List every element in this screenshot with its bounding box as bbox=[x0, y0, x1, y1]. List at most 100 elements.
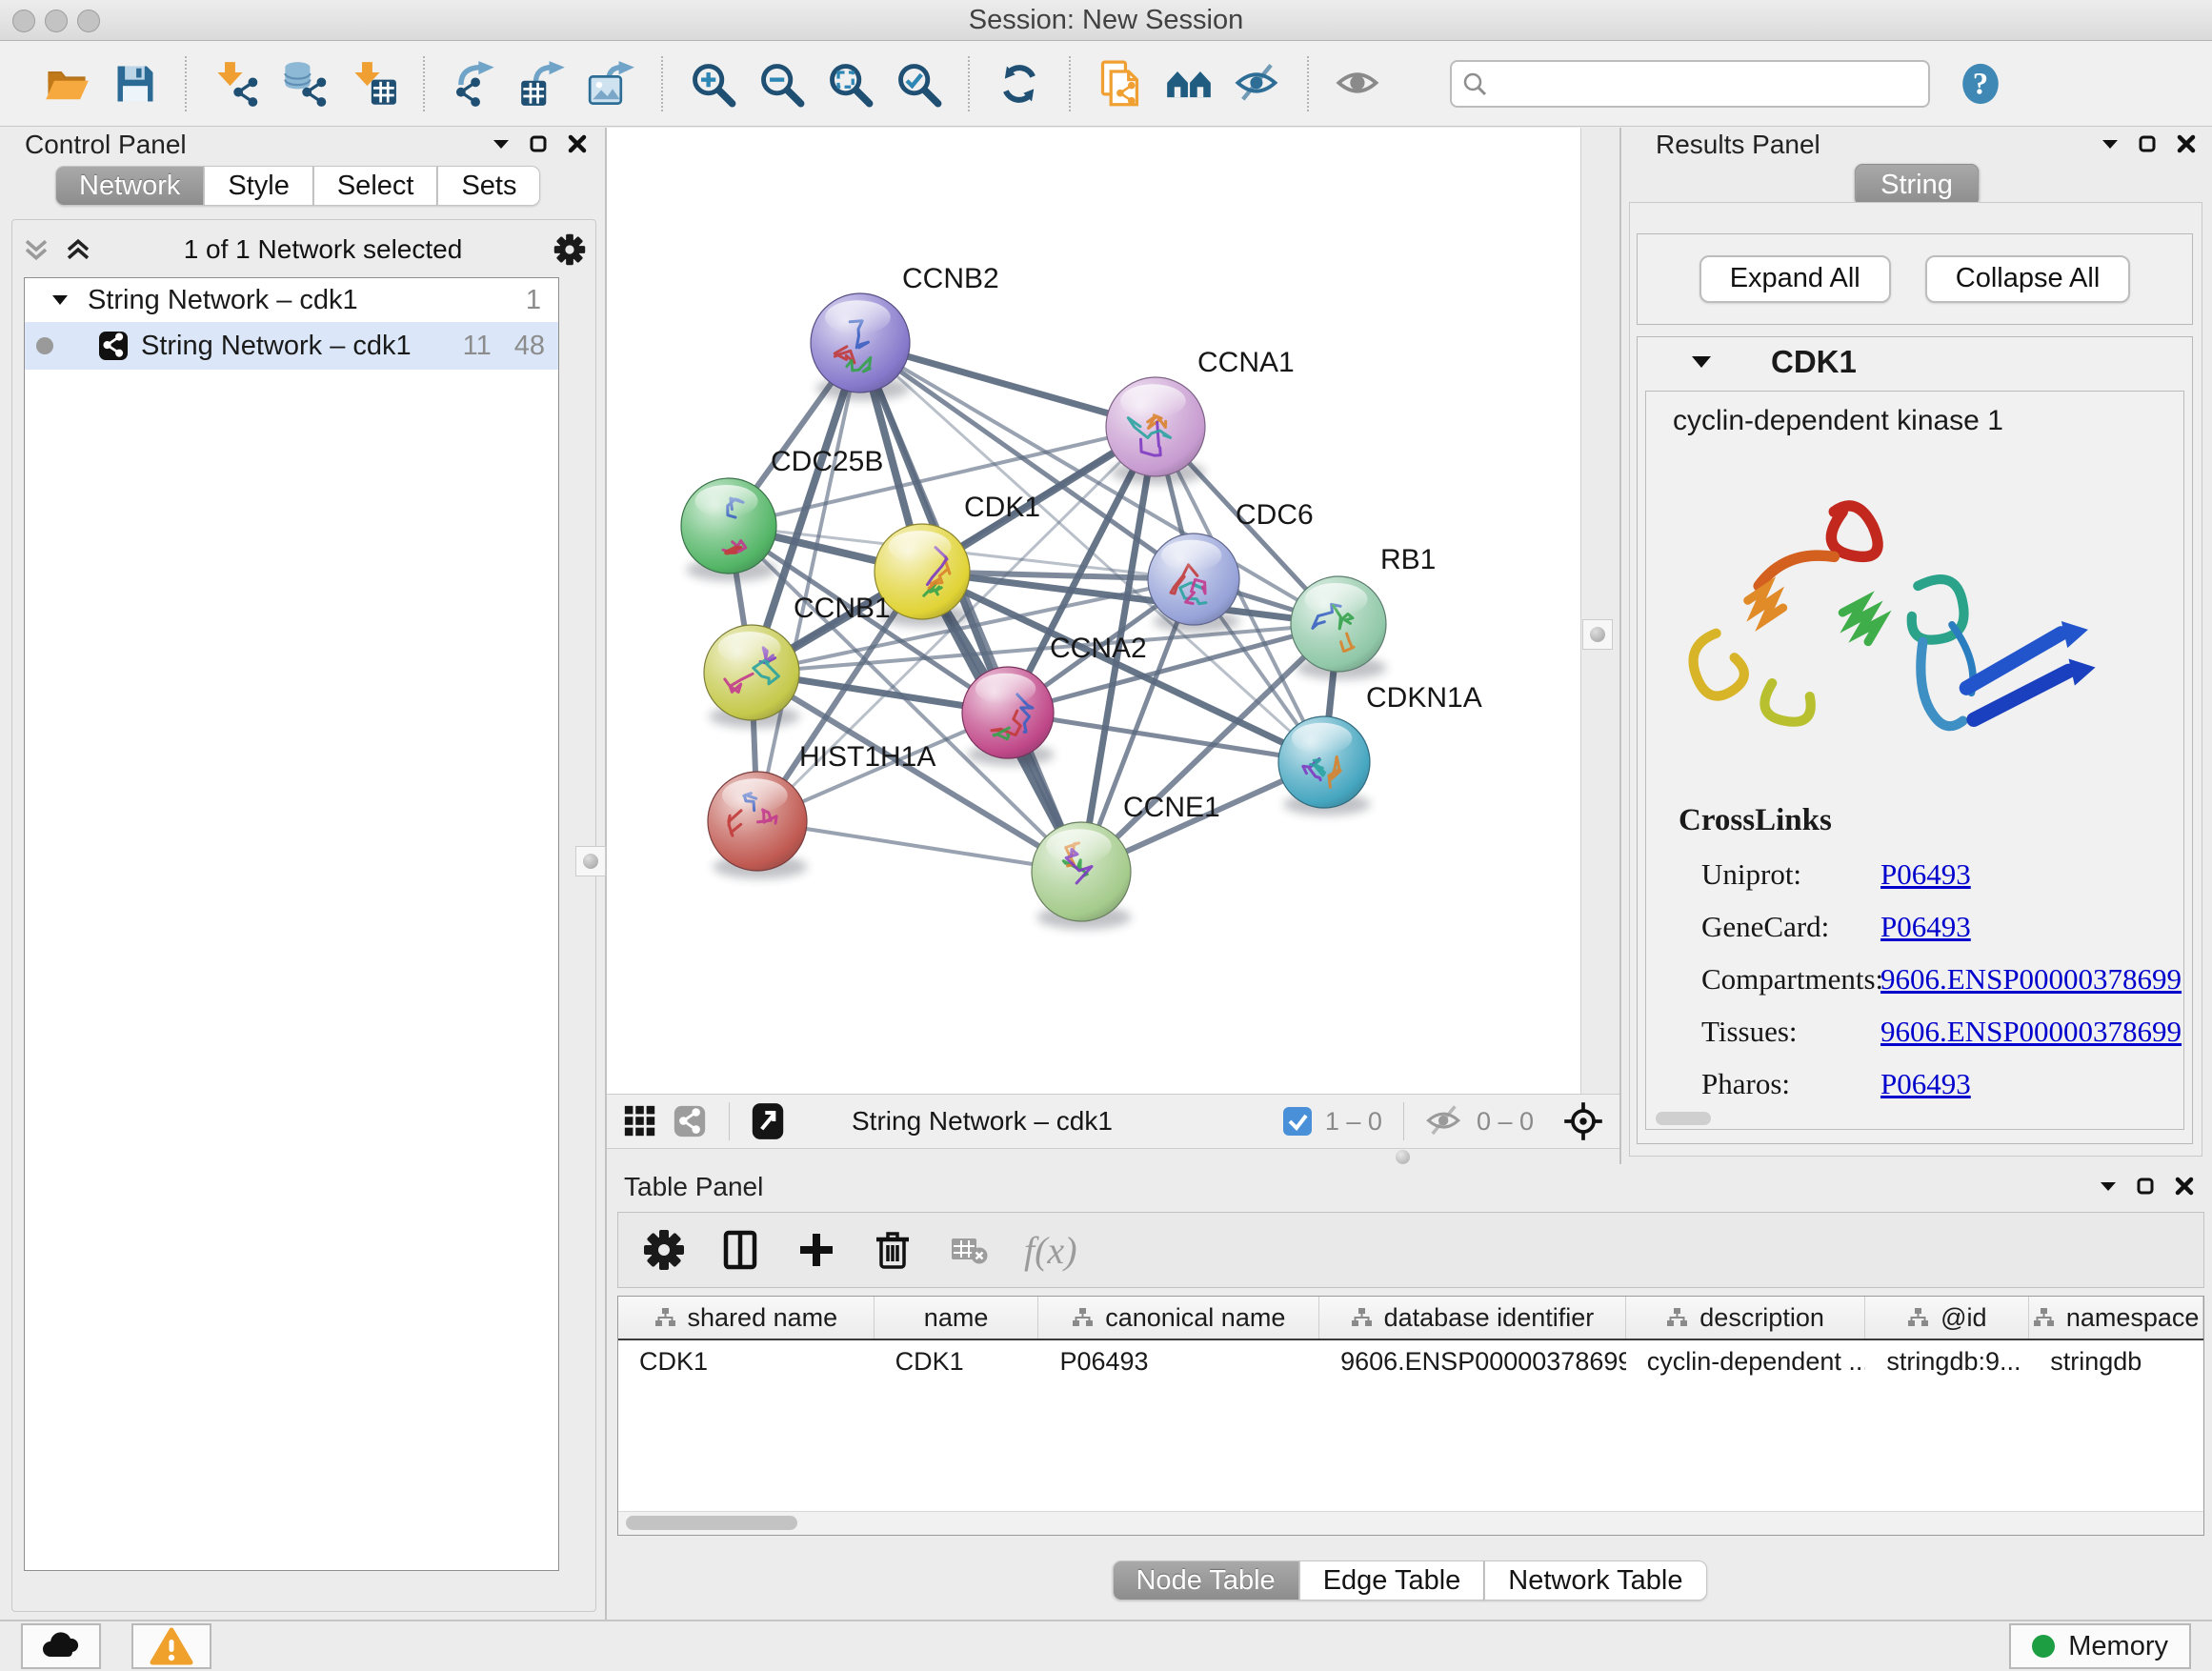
tab-string[interactable]: String bbox=[1855, 164, 1979, 206]
collapse-all-chevron-icon[interactable] bbox=[22, 235, 50, 264]
save-session-icon[interactable] bbox=[110, 58, 161, 110]
collapse-all-button[interactable]: Collapse All bbox=[1925, 255, 2131, 303]
export-image-icon[interactable] bbox=[586, 58, 637, 110]
table-row[interactable]: CDK1CDK1P064939606.ENSP00000378699cyclin… bbox=[618, 1340, 2203, 1382]
import-network-database-icon[interactable] bbox=[279, 58, 331, 110]
close-panel-icon[interactable] bbox=[2176, 133, 2197, 154]
zoom-in-icon[interactable] bbox=[687, 58, 738, 110]
cloud-status-button[interactable] bbox=[21, 1623, 101, 1669]
detach-view-icon[interactable] bbox=[751, 1101, 785, 1141]
table-cell[interactable]: stringdb bbox=[2029, 1347, 2203, 1377]
network-row-selected[interactable]: String Network – cdk1 11 48 bbox=[25, 322, 558, 370]
tab-select[interactable]: Select bbox=[313, 166, 438, 206]
table-cell[interactable]: CDK1 bbox=[875, 1347, 1039, 1377]
hide-selected-eye-slash-icon[interactable] bbox=[1232, 58, 1283, 110]
close-panel-icon[interactable] bbox=[567, 133, 588, 154]
network-selection-status: 1 of 1 Network selected bbox=[92, 234, 553, 265]
crosslink-link[interactable]: P06493 bbox=[1880, 1067, 1971, 1101]
expand-all-chevron-icon[interactable] bbox=[64, 235, 92, 264]
tab-sets[interactable]: Sets bbox=[437, 166, 540, 206]
table-cell[interactable]: cyclin-dependent ... bbox=[1626, 1347, 1866, 1377]
import-table-file-icon[interactable] bbox=[348, 58, 399, 110]
node-table[interactable]: shared namenamecanonical namedatabase id… bbox=[617, 1296, 2204, 1536]
column-header-shared-name[interactable]: shared name bbox=[618, 1297, 875, 1339]
right-splitter-handle[interactable] bbox=[1582, 619, 1613, 650]
hidden-eye-slash-icon[interactable] bbox=[1425, 1102, 1463, 1140]
zoom-fit-icon[interactable] bbox=[824, 58, 875, 110]
new-network-from-selection-icon[interactable] bbox=[1095, 58, 1146, 110]
protein-structure-image bbox=[1656, 445, 2151, 797]
table-horizontal-scrollbar[interactable] bbox=[618, 1511, 2203, 1535]
entry-expander-icon[interactable] bbox=[1691, 354, 1712, 370]
network-canvas[interactable]: CCNB2CCNA1CDC25BCDK1CDC6RB1CCNB1CCNA2CDK… bbox=[607, 128, 1581, 1094]
scrollbar-thumb[interactable] bbox=[626, 1516, 797, 1530]
tab-style[interactable]: Style bbox=[204, 166, 312, 206]
birdseye-crosshair-icon[interactable] bbox=[1562, 1100, 1604, 1142]
open-session-icon[interactable] bbox=[41, 58, 92, 110]
horizontal-splitter[interactable] bbox=[607, 1149, 1619, 1164]
maximize-panel-icon[interactable] bbox=[2138, 134, 2157, 153]
column-header-canonical-name[interactable]: canonical name bbox=[1038, 1297, 1319, 1339]
maximize-panel-icon[interactable] bbox=[2136, 1177, 2155, 1196]
node-cdkn1a[interactable]: CDKN1A bbox=[1278, 682, 1482, 815]
table-cell[interactable]: 9606.ENSP00000378699 bbox=[1319, 1347, 1626, 1377]
help-icon[interactable]: ? bbox=[1955, 58, 2006, 110]
create-column-plus-icon[interactable] bbox=[795, 1229, 837, 1271]
maximize-panel-icon[interactable] bbox=[529, 134, 548, 153]
float-panel-icon[interactable] bbox=[2101, 138, 2119, 150]
show-columns-icon[interactable] bbox=[719, 1229, 761, 1271]
crosslink-link[interactable]: 9606.ENSP00000378699 bbox=[1880, 962, 2182, 997]
tab-node-table[interactable]: Node Table bbox=[1112, 1560, 1298, 1601]
window-title: Session: New Session bbox=[0, 0, 2212, 40]
export-table-icon[interactable] bbox=[517, 58, 569, 110]
network-view-mode-icon[interactable] bbox=[672, 1103, 708, 1139]
zoom-out-icon[interactable] bbox=[755, 58, 807, 110]
first-neighbors-icon[interactable] bbox=[1163, 58, 1215, 110]
table-cell[interactable]: stringdb:9... bbox=[1865, 1347, 2029, 1377]
column-header-namespace[interactable]: namespace bbox=[2029, 1297, 2203, 1339]
memory-button[interactable]: Memory bbox=[2009, 1623, 2191, 1669]
node-rb1[interactable]: RB1 bbox=[1291, 544, 1436, 679]
node-hist1h1a[interactable]: HIST1H1A bbox=[708, 741, 935, 878]
node-ccne1[interactable]: CCNE1 bbox=[1032, 792, 1220, 929]
refresh-layout-icon[interactable] bbox=[994, 58, 1045, 110]
close-panel-icon[interactable] bbox=[2174, 1176, 2195, 1197]
node-ccnb2[interactable]: CCNB2 bbox=[811, 263, 999, 400]
collection-expander-icon[interactable] bbox=[51, 293, 69, 307]
tab-network-table[interactable]: Network Table bbox=[1484, 1560, 1706, 1601]
node-ccna1[interactable]: CCNA1 bbox=[1106, 347, 1295, 484]
column-header-database-identifier[interactable]: database identifier bbox=[1319, 1297, 1626, 1339]
table-cell[interactable]: P06493 bbox=[1038, 1347, 1319, 1377]
selected-checkbox-icon[interactable] bbox=[1283, 1107, 1312, 1136]
tab-edge-table[interactable]: Edge Table bbox=[1299, 1560, 1485, 1601]
delete-column-trash-icon[interactable] bbox=[872, 1229, 914, 1271]
network-collection-row[interactable]: String Network – cdk1 1 bbox=[25, 278, 558, 322]
expand-all-button[interactable]: Expand All bbox=[1699, 255, 1891, 303]
network-options-gear-icon[interactable] bbox=[553, 233, 586, 266]
column-header-name[interactable]: name bbox=[875, 1297, 1039, 1339]
crosslink-link[interactable]: P06493 bbox=[1880, 857, 1971, 892]
search-input[interactable] bbox=[1488, 68, 1919, 99]
import-network-file-icon[interactable] bbox=[211, 58, 262, 110]
search-box[interactable] bbox=[1450, 60, 1930, 108]
gene-entry-header[interactable]: CDK1 bbox=[1638, 337, 2192, 387]
results-scrollbar-stub[interactable] bbox=[1656, 1112, 1711, 1125]
float-panel-icon[interactable] bbox=[493, 138, 510, 150]
table-cell[interactable]: CDK1 bbox=[618, 1347, 875, 1377]
column-header-description[interactable]: description bbox=[1626, 1297, 1866, 1339]
network-type-icon bbox=[99, 332, 128, 360]
tab-network[interactable]: Network bbox=[55, 166, 204, 206]
show-all-eye-icon[interactable] bbox=[1333, 58, 1384, 110]
crosslink-link[interactable]: P06493 bbox=[1880, 910, 1971, 944]
column-header--id[interactable]: @id bbox=[1865, 1297, 2029, 1339]
grid-view-icon[interactable] bbox=[622, 1103, 658, 1139]
left-splitter-handle[interactable] bbox=[575, 846, 606, 876]
float-panel-icon[interactable] bbox=[2100, 1180, 2117, 1192]
table-options-gear-icon[interactable] bbox=[643, 1229, 685, 1271]
network-row-label: String Network – cdk1 bbox=[141, 331, 412, 362]
crosslink-link[interactable]: 9606.ENSP00000378699 bbox=[1880, 1015, 2182, 1049]
warning-status-button[interactable] bbox=[131, 1623, 211, 1669]
zoom-selected-icon[interactable] bbox=[893, 58, 944, 110]
splitter-handle-dot[interactable] bbox=[1396, 1150, 1410, 1164]
export-network-icon[interactable] bbox=[449, 58, 500, 110]
